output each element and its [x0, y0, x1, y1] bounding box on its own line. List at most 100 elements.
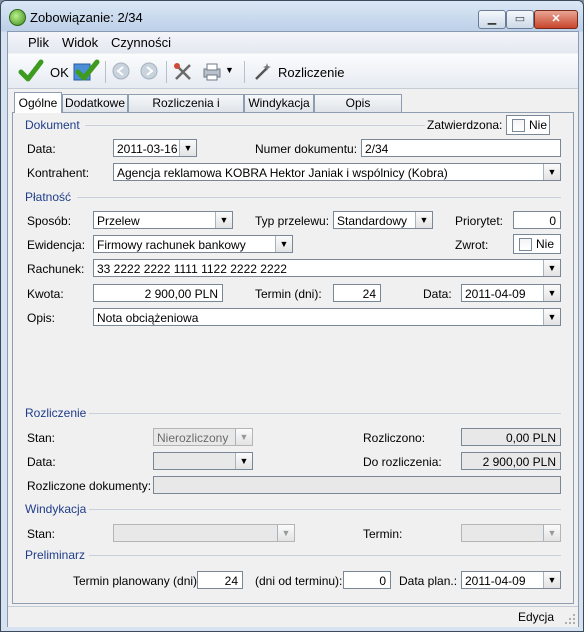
menubar: Plik Widok Czynności — [8, 32, 578, 53]
tab-rozliczenia[interactable]: Rozliczenia i Przelewy — [128, 94, 244, 127]
chevron-down-icon[interactable]: ▼ — [277, 525, 294, 541]
section-rozliczenie: Rozliczenie — [25, 406, 87, 420]
data-label: Data: — [27, 142, 56, 156]
rachunek-dropdown[interactable]: 33 2222 2222 1111 1122 2222 2222 ▼ — [93, 259, 561, 277]
chevron-down-icon[interactable]: ▼ — [543, 309, 560, 325]
rachunek-label: Rachunek: — [27, 262, 85, 276]
opis-dropdown[interactable]: Nota obciążeniowa ▼ — [93, 308, 561, 326]
chevron-down-icon[interactable]: ▼ — [543, 164, 560, 180]
zwrot-label: Zwrot: — [455, 238, 489, 252]
rozliczono-value: 0,00 PLN — [461, 428, 561, 446]
rachunek-value: 33 2222 2222 1111 1122 2222 2222 — [97, 262, 287, 276]
dni-od-terminu-input[interactable]: 0 — [343, 571, 391, 589]
rozliczenie-data-dropdown[interactable]: ▼ — [153, 452, 253, 470]
close-button[interactable]: ✕ — [534, 10, 578, 29]
data-dropdown[interactable]: 2011-03-16 ▼ — [113, 139, 197, 157]
rozliczenie-data-label: Data: — [27, 455, 56, 469]
dni-od-terminu-label: (dni od terminu): — [255, 574, 343, 588]
section-divider — [89, 509, 561, 510]
maximize-button[interactable]: ▭ — [506, 10, 534, 29]
menu-widok[interactable]: Widok — [62, 35, 98, 50]
toolbar-separator — [244, 61, 245, 83]
tab-dodatkowe[interactable]: Dodatkowe — [62, 94, 128, 112]
kwota-input[interactable]: 2 900,00 PLN — [93, 284, 223, 302]
ok-button[interactable]: OK — [50, 65, 69, 80]
do-rozliczenia-label: Do rozliczenia: — [363, 455, 442, 469]
chevron-down-icon[interactable]: ▼ — [543, 572, 560, 588]
wand-icon[interactable] — [252, 61, 274, 83]
resize-grip-icon[interactable] — [564, 613, 576, 625]
termin-data-dropdown[interactable]: 2011-04-09 ▼ — [461, 284, 561, 302]
zwrot-checkbox[interactable]: Nie — [513, 234, 561, 254]
termin-dni-input[interactable]: 24 — [333, 284, 381, 302]
menu-czynnosci[interactable]: Czynności — [111, 35, 171, 50]
zatwierdzona-label: Zatwierdzona: — [427, 118, 503, 132]
kontrahent-dropdown[interactable]: Agencja reklamowa KOBRA Hektor Janiak i … — [113, 163, 561, 181]
opis-value: Nota obciążeniowa — [97, 311, 199, 325]
tab-ogolne[interactable]: Ogólne — [14, 92, 62, 113]
minimize-icon: ▁ — [487, 13, 497, 25]
forward-arrow-icon[interactable] — [140, 62, 158, 80]
close-icon: ✕ — [551, 13, 561, 25]
kontrahent-value: Agencja reklamowa KOBRA Hektor Janiak i … — [117, 166, 448, 180]
section-windykacja: Windykacja — [25, 502, 87, 516]
data-plan-dropdown[interactable]: 2011-04-09 ▼ — [461, 571, 561, 589]
termin-planowany-label: Termin planowany (dni): — [73, 574, 201, 588]
app-icon — [9, 9, 26, 26]
chevron-down-icon[interactable]: ▼ — [215, 212, 232, 228]
section-divider — [89, 413, 561, 414]
typ-przelewu-dropdown[interactable]: Standardowy ▼ — [333, 211, 433, 229]
toolbar-separator — [105, 61, 106, 83]
termin-planowany-input[interactable]: 24 — [197, 571, 243, 589]
zatwierdzona-checkbox[interactable]: Nie — [506, 115, 550, 135]
data-value: 2011-03-16 — [117, 142, 178, 156]
stan-label: Stan: — [27, 431, 56, 445]
windykacja-termin-dropdown[interactable]: ▼ — [461, 524, 561, 542]
opis-label: Opis: — [27, 311, 56, 325]
window-title: Zobowiązanie: 2/34 — [30, 10, 143, 25]
chevron-down-icon[interactable]: ▼ — [415, 212, 432, 228]
stan-dropdown[interactable]: Nierozliczony ▼ — [153, 428, 253, 446]
numer-dokumentu-label: Numer dokumentu: — [255, 142, 358, 156]
kwota-label: Kwota: — [27, 287, 64, 301]
chevron-down-icon[interactable]: ▼ — [275, 236, 292, 252]
ok-check-icon[interactable] — [18, 58, 44, 84]
section-divider — [77, 197, 561, 198]
chevron-down-icon[interactable]: ▼ — [235, 429, 252, 445]
tab-panel-ogolne: Dokument Zatwierdzona: Nie Data: 2011-03… — [12, 112, 574, 604]
ewidencja-value: Firmowy rachunek bankowy — [97, 238, 246, 252]
status-bar: Edycja — [8, 606, 578, 627]
client-area: Plik Widok Czynności OK ▼ Rozliczenie Og… — [7, 31, 579, 627]
ewidencja-dropdown[interactable]: Firmowy rachunek bankowy ▼ — [93, 235, 293, 253]
chevron-down-icon[interactable]: ▼ — [543, 285, 560, 301]
rozliczenie-button[interactable]: Rozliczenie — [278, 65, 344, 80]
status-mode: Edycja — [517, 610, 554, 624]
ewidencja-label: Ewidencja: — [27, 238, 86, 252]
windykacja-stan-dropdown[interactable]: ▼ — [113, 524, 295, 542]
section-dokument: Dokument — [25, 118, 80, 132]
sposob-label: Sposób: — [27, 214, 72, 228]
checkbox-icon — [519, 238, 532, 251]
print-dropdown-icon[interactable]: ▼ — [225, 65, 234, 75]
priorytet-input[interactable]: 0 — [513, 211, 561, 229]
check-save-icon[interactable] — [72, 58, 100, 84]
tab-windykacja[interactable]: Windykacja — [244, 94, 314, 112]
chevron-down-icon[interactable]: ▼ — [235, 453, 252, 469]
numer-dokumentu-input[interactable]: 2/34 — [361, 139, 561, 157]
typ-przelewu-label: Typ przelewu: — [255, 214, 330, 228]
tools-icon[interactable] — [173, 62, 193, 82]
print-icon[interactable] — [201, 61, 223, 81]
chevron-down-icon[interactable]: ▼ — [543, 260, 560, 276]
minimize-button[interactable]: ▁ — [478, 10, 506, 29]
zatwierdzona-value: Nie — [529, 118, 548, 132]
chevron-down-icon[interactable]: ▼ — [543, 525, 560, 541]
menu-plik[interactable]: Plik — [28, 35, 49, 50]
chevron-down-icon[interactable]: ▼ — [179, 140, 196, 156]
termin-dni-label: Termin (dni): — [255, 287, 322, 301]
back-arrow-icon[interactable] — [112, 62, 130, 80]
rozliczone-dokumenty-field[interactable] — [153, 476, 561, 494]
tab-opis-analityczny[interactable]: Opis analityczny — [314, 94, 402, 127]
section-divider — [85, 125, 425, 126]
rozliczono-label: Rozliczono: — [363, 431, 426, 445]
sposob-dropdown[interactable]: Przelew ▼ — [93, 211, 233, 229]
